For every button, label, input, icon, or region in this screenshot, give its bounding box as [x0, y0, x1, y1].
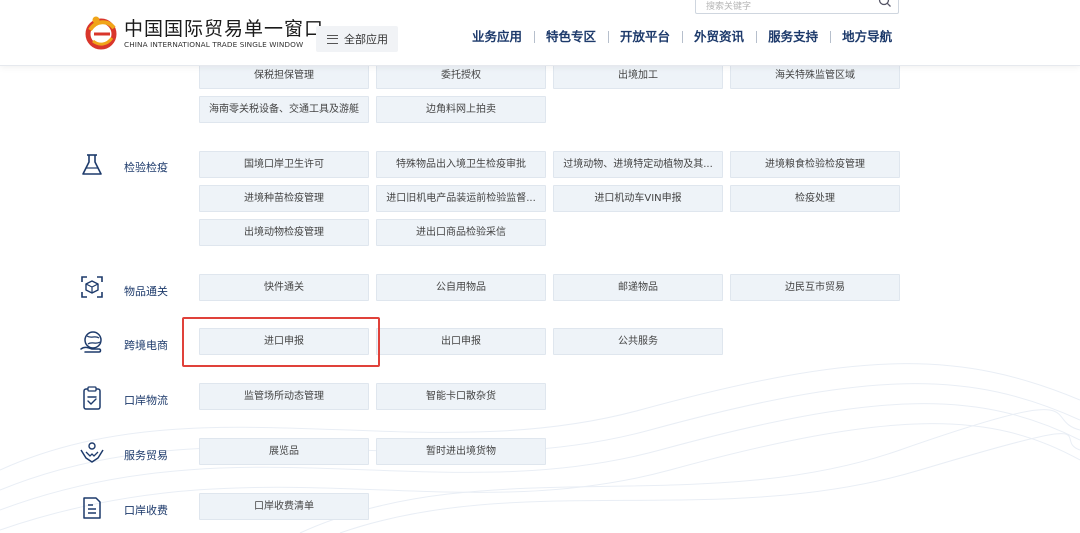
tile-grain-inspection[interactable]: 进境粮食检验检疫管理 [730, 151, 900, 178]
tile-supervision-site[interactable]: 监管场所动态管理 [199, 383, 369, 410]
main-nav: 业务应用 特色专区 开放平台 外贸资讯 服务支持 地方导航 [460, 29, 904, 45]
search-icon[interactable] [878, 0, 892, 8]
tile-exhibits[interactable]: 展览品 [199, 438, 369, 465]
tile-bond-guarantee[interactable]: 保税担保管理 [199, 62, 369, 89]
tile-smart-gate[interactable]: 智能卡口散杂货 [376, 383, 546, 410]
tile-public-services[interactable]: 公共服务 [553, 328, 723, 355]
tile-port-fee-list[interactable]: 口岸收费清单 [199, 493, 369, 520]
tile-seedling-quarantine[interactable]: 进境种苗检疫管理 [199, 185, 369, 212]
nav-local-navigation[interactable]: 地方导航 [830, 29, 904, 45]
tile-port-health-permit[interactable]: 国境口岸卫生许可 [199, 151, 369, 178]
highlight-box [182, 317, 380, 367]
clipboard-check-icon [83, 386, 101, 410]
tile-outbound-processing[interactable]: 出境加工 [553, 62, 723, 89]
search-placeholder: 搜索关键字 [706, 2, 752, 12]
top-header: 中国国际贸易单一窗口 CHINA INTERNATIONAL TRADE SIN… [0, 0, 1080, 66]
nav-open-platform[interactable]: 开放平台 [608, 29, 682, 45]
flask-icon [82, 154, 102, 175]
package-scan-icon [81, 276, 103, 298]
nav-trade-news[interactable]: 外贸资讯 [682, 29, 756, 45]
tile-hainan-zero-tariff[interactable]: 海南零关税设备、交通工具及游艇 [199, 96, 369, 123]
logo-icon [85, 16, 117, 50]
tile-personal-items[interactable]: 公自用物品 [376, 274, 546, 301]
tile-postal-items[interactable]: 邮递物品 [553, 274, 723, 301]
nav-service-support[interactable]: 服务支持 [756, 29, 830, 45]
tile-animal-export-quarantine[interactable]: 出境动物检疫管理 [199, 219, 369, 246]
tile-quarantine-treatment[interactable]: 检疫处理 [730, 185, 900, 212]
globe-hand-icon [80, 331, 102, 353]
tile-special-zones[interactable]: 海关特殊监管区域 [730, 62, 900, 89]
section-label-goods-clearance: 物品通关 [124, 285, 168, 298]
tile-special-items-approval[interactable]: 特殊物品出入境卫生检疫审批 [376, 151, 546, 178]
tile-used-equipment-inspection[interactable]: 进口旧机电产品装运前检验监督... [376, 185, 546, 212]
section-label-port-fees: 口岸收费 [124, 504, 168, 517]
section-label-service-trade: 服务贸易 [124, 449, 168, 462]
nav-featured-zone[interactable]: 特色专区 [534, 29, 608, 45]
logo-subtitle: CHINA INTERNATIONAL TRADE SINGLE WINDOW [124, 40, 304, 49]
menu-icon [327, 34, 338, 44]
tile-export-declaration[interactable]: 出口申报 [376, 328, 546, 355]
tile-vehicle-vin[interactable]: 进口机动车VIN申报 [553, 185, 723, 212]
document-list-icon [83, 497, 101, 519]
tile-authorization[interactable]: 委托授权 [376, 62, 546, 89]
search-input[interactable]: 搜索关键字 [695, 0, 899, 14]
section-label-port-logistics: 口岸物流 [124, 394, 168, 407]
section-label-inspection: 检验检疫 [124, 161, 168, 174]
handshake-icon [80, 442, 104, 463]
tile-transit-animals[interactable]: 过境动物、进境特定动植物及其... [553, 151, 723, 178]
tile-express-clearance[interactable]: 快件通关 [199, 274, 369, 301]
tile-inspection-recognition[interactable]: 进出口商品检验采信 [376, 219, 546, 246]
all-apps-label: 全部应用 [344, 33, 388, 46]
section-label-cross-border-ecommerce: 跨境电商 [124, 339, 168, 352]
logo-title: 中国国际贸易单一窗口 [124, 18, 325, 40]
all-apps-button[interactable]: 全部应用 [316, 26, 398, 52]
tile-scrap-auction[interactable]: 边角料网上拍卖 [376, 96, 546, 123]
tile-border-trade[interactable]: 边民互市贸易 [730, 274, 900, 301]
tile-temporary-goods[interactable]: 暂时进出境货物 [376, 438, 546, 465]
nav-business-apps[interactable]: 业务应用 [460, 29, 534, 45]
